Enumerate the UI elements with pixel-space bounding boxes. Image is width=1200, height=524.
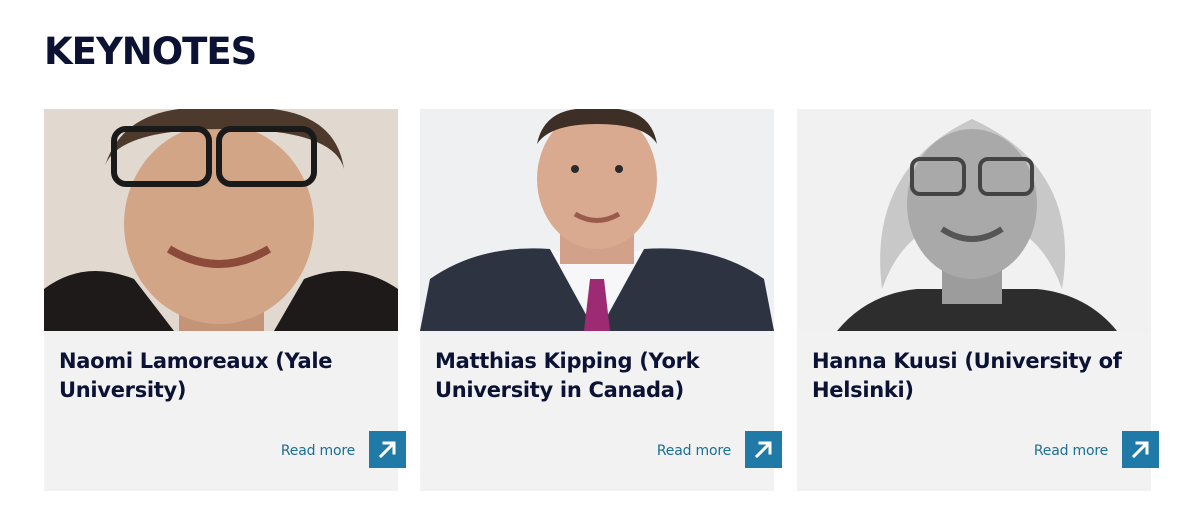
- speaker-photo: [797, 109, 1151, 331]
- speaker-photo: [420, 109, 774, 331]
- speaker-name: Hanna Kuusi (University of Helsinki): [812, 349, 1122, 402]
- speaker-name: Matthias Kipping (York University in Can…: [435, 349, 700, 402]
- read-more-arrow-button[interactable]: [1122, 431, 1159, 468]
- speaker-photo: [44, 109, 398, 331]
- section-title: KEYNOTES: [44, 30, 257, 73]
- read-more-link[interactable]: Read more: [657, 441, 731, 461]
- read-more-link[interactable]: Read more: [1034, 441, 1108, 461]
- read-more-arrow-button[interactable]: [745, 431, 782, 468]
- keynote-card: Hanna Kuusi (University of Helsinki) Rea…: [797, 109, 1159, 491]
- speaker-name: Naomi Lamoreaux (Yale University): [59, 349, 333, 402]
- read-more-link[interactable]: Read more: [281, 441, 355, 461]
- arrow-up-right-icon: [378, 441, 396, 459]
- arrow-up-right-icon: [754, 441, 772, 459]
- keynotes-section: KEYNOTES Naomi Lamoreaux (Yale Universit…: [0, 0, 1200, 524]
- read-more-arrow-button[interactable]: [369, 431, 406, 468]
- keynote-card: Naomi Lamoreaux (Yale University) Read m…: [44, 109, 406, 491]
- keynote-card: Matthias Kipping (York University in Can…: [420, 109, 782, 491]
- arrow-up-right-icon: [1131, 441, 1149, 459]
